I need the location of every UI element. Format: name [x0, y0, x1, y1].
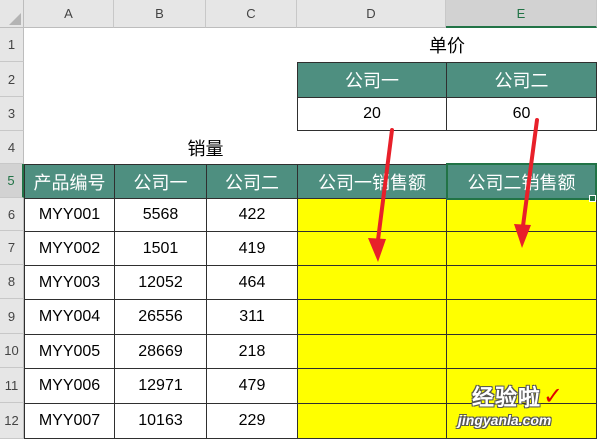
row-header-9[interactable]: 9 [0, 299, 24, 334]
company2-revenue-cell[interactable] [446, 334, 597, 369]
sales-header-company1-revenue[interactable]: 公司一销售额 [297, 164, 447, 199]
row-header-11[interactable]: 11 [0, 368, 24, 403]
watermark-url: jingyanla.com [458, 412, 552, 428]
select-all-triangle-icon [9, 13, 21, 25]
sales-table-title: 销量 [187, 138, 224, 159]
product-id-cell[interactable]: MYY006 [24, 368, 115, 404]
company1-sales-cell[interactable]: 26556 [114, 299, 207, 335]
sales-header-company1[interactable]: 公司一 [114, 164, 207, 199]
column-header-e[interactable]: E [446, 0, 597, 28]
watermark: 经验啦 ✓ jingyanla.com [458, 380, 592, 438]
company1-revenue-cell[interactable] [297, 368, 447, 404]
price-header-company2[interactable]: 公司二 [446, 62, 597, 98]
row-header-7[interactable]: 7 [0, 231, 24, 265]
company1-sales-cell[interactable]: 12971 [114, 368, 207, 404]
price-header-company1[interactable]: 公司一 [297, 62, 447, 98]
spreadsheet: A B C D E 1 2 3 4 5 6 7 8 9 10 11 12 单价 … [0, 0, 597, 439]
fill-handle[interactable] [589, 195, 596, 202]
select-all-corner[interactable] [0, 0, 24, 28]
row-header-1[interactable]: 1 [0, 28, 24, 62]
company2-sales-cell[interactable]: 422 [206, 198, 298, 232]
company2-sales-cell[interactable]: 229 [206, 403, 298, 439]
company1-sales-cell[interactable]: 10163 [114, 403, 207, 439]
watermark-text: 经验啦 [472, 385, 542, 410]
row-header-3[interactable]: 3 [0, 97, 24, 131]
company2-revenue-cell[interactable] [446, 231, 597, 266]
product-id-cell[interactable]: MYY001 [24, 198, 115, 232]
company1-sales-cell[interactable]: 5568 [114, 198, 207, 232]
company2-sales-cell[interactable]: 311 [206, 299, 298, 335]
product-id-cell[interactable]: MYY004 [24, 299, 115, 335]
sales-header-company2-revenue[interactable]: 公司二销售额 [446, 164, 597, 199]
column-header-d[interactable]: D [297, 0, 446, 28]
company2-sales-cell[interactable]: 218 [206, 334, 298, 369]
row-header-5[interactable]: 5 [0, 164, 24, 198]
company2-sales-cell[interactable]: 464 [206, 265, 298, 300]
product-id-cell[interactable]: MYY005 [24, 334, 115, 369]
company2-sales-cell[interactable]: 419 [206, 231, 298, 266]
checkmark-icon: ✓ [543, 382, 564, 410]
company1-sales-cell[interactable]: 1501 [114, 231, 207, 266]
company1-revenue-cell[interactable] [297, 299, 447, 335]
column-header-a[interactable]: A [24, 0, 114, 28]
company1-revenue-cell[interactable] [297, 403, 447, 439]
row-header-4[interactable]: 4 [0, 131, 24, 164]
company1-revenue-cell[interactable] [297, 231, 447, 266]
price-value-company1[interactable]: 20 [297, 97, 447, 131]
company1-sales-cell[interactable]: 12052 [114, 265, 207, 300]
column-header-c[interactable]: C [206, 0, 297, 28]
row-header-10[interactable]: 10 [0, 334, 24, 368]
price-table-title: 单价 [429, 36, 465, 56]
column-header-b[interactable]: B [114, 0, 206, 28]
company1-revenue-cell[interactable] [297, 265, 447, 300]
row-header-12[interactable]: 12 [0, 403, 24, 439]
row-header-6[interactable]: 6 [0, 198, 24, 231]
row-header-8[interactable]: 8 [0, 265, 24, 299]
company1-sales-cell[interactable]: 28669 [114, 334, 207, 369]
row-header-2[interactable]: 2 [0, 62, 24, 97]
company2-revenue-cell[interactable] [446, 265, 597, 300]
sales-header-product-id[interactable]: 产品编号 [24, 164, 115, 199]
product-id-cell[interactable]: MYY002 [24, 231, 115, 266]
company2-revenue-cell[interactable] [446, 198, 597, 232]
company2-sales-cell[interactable]: 479 [206, 368, 298, 404]
sales-header-company2[interactable]: 公司二 [206, 164, 298, 199]
price-value-company2[interactable]: 60 [446, 97, 597, 131]
product-id-cell[interactable]: MYY007 [24, 403, 115, 439]
company2-revenue-cell[interactable] [446, 299, 597, 335]
company1-revenue-cell[interactable] [297, 198, 447, 232]
product-id-cell[interactable]: MYY003 [24, 265, 115, 300]
company1-revenue-cell[interactable] [297, 334, 447, 369]
